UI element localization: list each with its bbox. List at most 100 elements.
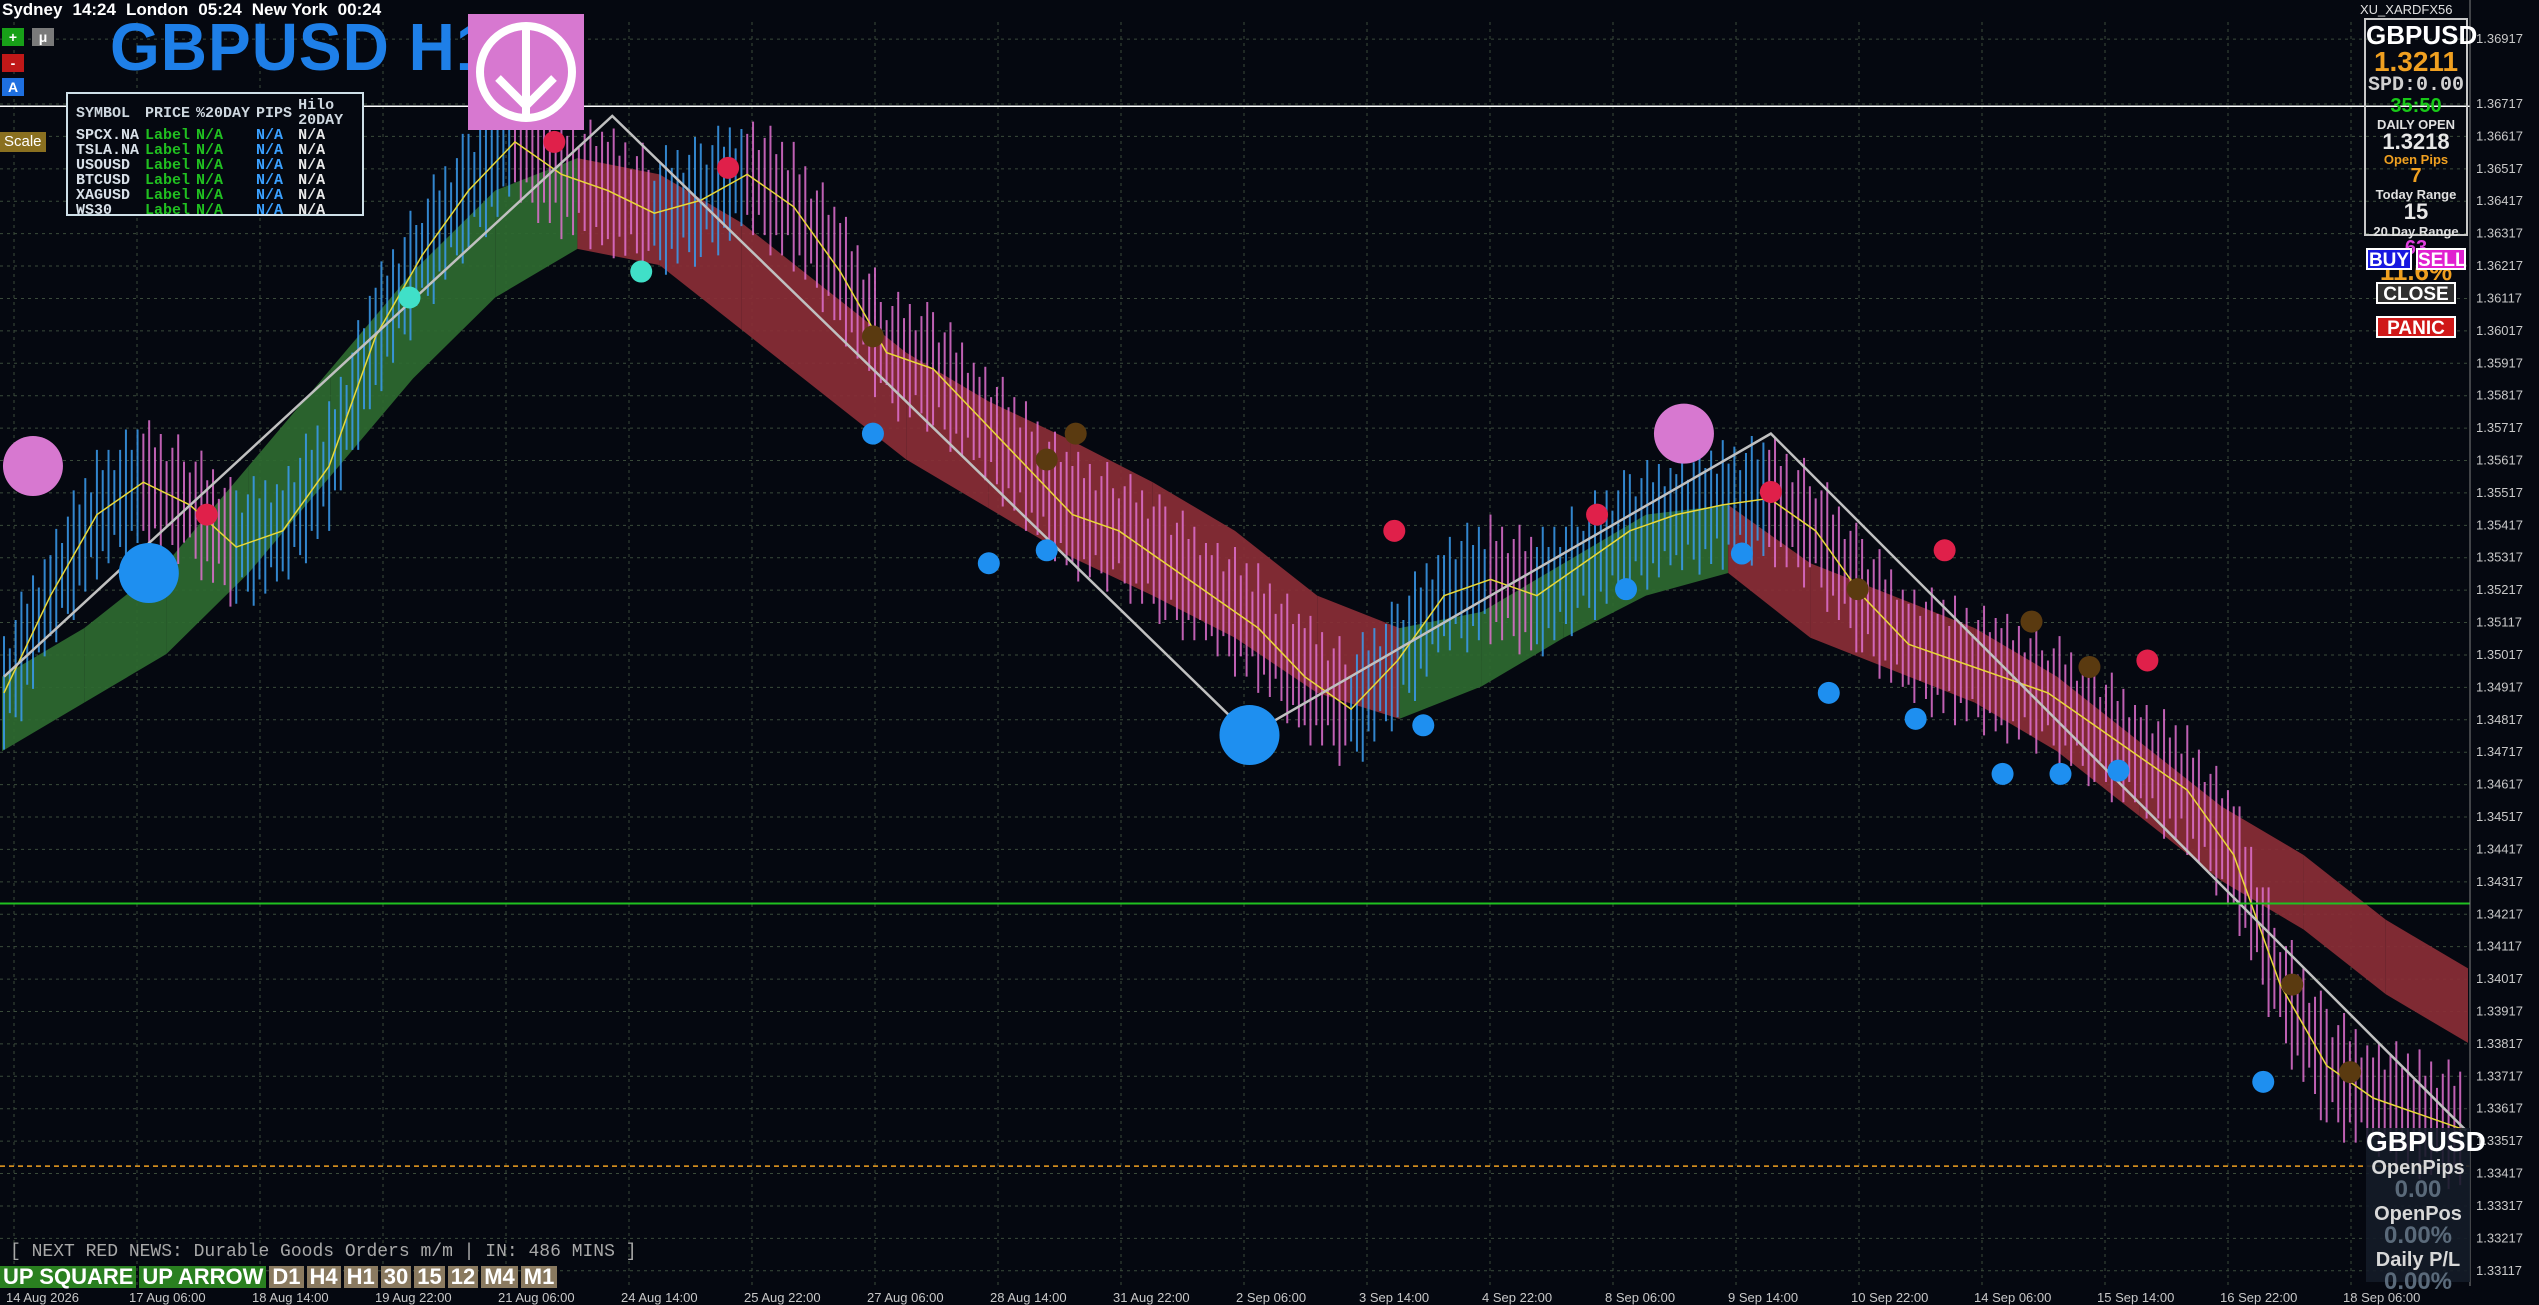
info-price: 1.3211 (2373, 46, 2459, 77)
signal-dot (861, 325, 884, 348)
row-symbol: WS30 (76, 202, 113, 219)
open-pips-label: OpenPips (2371, 1157, 2465, 1179)
signal-dot (1817, 681, 1840, 704)
signal-dot (1991, 762, 2014, 785)
price-tick-label: 1.33617 (2476, 1101, 2523, 1116)
buy-button[interactable]: BUY (2366, 248, 2412, 271)
tf-m1[interactable]: M1 (520, 1266, 558, 1288)
signal-dot (195, 503, 218, 526)
row-pct: N/A (196, 127, 224, 144)
signal-dot (398, 286, 421, 309)
row-hilo: N/A (298, 157, 326, 174)
price-tick-label: 1.36217 (2476, 258, 2523, 273)
table-row[interactable]: USOUSD Label N/A N/A N/A (76, 158, 362, 173)
open-pos-value: 0.00% (2383, 1222, 2453, 1249)
table-row[interactable]: TSLA.NA Label N/A N/A N/A (76, 143, 362, 158)
row-pips: N/A (256, 142, 284, 159)
price-tick-label: 1.35117 (2476, 615, 2522, 630)
row-price: Label (145, 202, 191, 219)
row-pct: N/A (196, 142, 224, 159)
price-tick-label: 1.34917 (2476, 679, 2523, 694)
signal-dot (2281, 973, 2304, 996)
price-tick-label: 1.36517 (2476, 161, 2523, 176)
arrow-button[interactable]: UP ARROW (139, 1266, 267, 1288)
info-spread: SPD:0.00 (2367, 74, 2464, 97)
table-row[interactable]: BTCUSD Label N/A N/A N/A (76, 173, 362, 188)
brand-logo (468, 14, 584, 130)
chart-title: GBPUSD H1 (110, 9, 493, 85)
panic-button[interactable]: PANIC (2376, 316, 2456, 339)
row-price: Label (145, 127, 191, 144)
row-pct: N/A (196, 157, 224, 174)
row-hilo: N/A (298, 127, 326, 144)
price-chart[interactable]: 1.36917 1.36717 1.36617 1.36517 1.36417 1.363… (0, 0, 2539, 1305)
tf-30[interactable]: 30 (380, 1266, 412, 1288)
time-tick-label: 4 Sep 22:00 (1482, 1290, 1552, 1305)
time-tick-label: 8 Sep 06:00 (1605, 1290, 1675, 1305)
mode-button[interactable]: UP SQUARE (0, 1266, 137, 1288)
price-tick-label: 1.34217 (2476, 906, 2523, 921)
row-pips: N/A (256, 202, 284, 219)
price-tick-label: 1.34617 (2476, 777, 2523, 792)
table-row[interactable]: XAGUSD Label N/A N/A N/A (76, 188, 362, 203)
time-tick-label: 9 Sep 14:00 (1728, 1290, 1798, 1305)
tf-12[interactable]: 12 (447, 1266, 479, 1288)
signal-dot (717, 156, 740, 179)
signal-dot (2020, 610, 2043, 633)
price-tick-label: 1.36017 (2476, 323, 2523, 338)
tf-m4[interactable]: M4 (481, 1266, 518, 1288)
price-tick-label: 1.36117 (2476, 290, 2522, 305)
signal-dot (1035, 539, 1058, 562)
price-tick-label: 1.35817 (2476, 388, 2523, 403)
col-symbol: SYMBOL (76, 104, 131, 122)
signal-dot (1412, 714, 1435, 737)
signal-dot (1759, 480, 1782, 503)
col-pips: PIPS (256, 104, 293, 122)
sell-button[interactable]: SELL (2416, 248, 2467, 271)
time-tick-label: 14 Sep 06:00 (1974, 1290, 2051, 1305)
time-tick-label: 2 Sep 06:00 (1236, 1290, 1306, 1305)
tf-15[interactable]: 15 (414, 1266, 445, 1288)
info-symbol: GBPUSD (2366, 20, 2478, 50)
time-tick-label: 28 Aug 14:00 (990, 1290, 1067, 1305)
price-tick-label: 1.34817 (2476, 712, 2523, 727)
signal-dot (543, 130, 566, 153)
price-tick-label: 1.34417 (2476, 841, 2523, 856)
time-tick-label: 19 Aug 22:00 (375, 1290, 452, 1305)
tf-d1[interactable]: D1 (269, 1266, 304, 1288)
scale-button[interactable]: Scale (0, 132, 46, 152)
time-tick-label: 25 Aug 22:00 (744, 1290, 821, 1305)
zoom-in-button[interactable]: + (2, 28, 24, 46)
signal-dot (1219, 705, 1280, 766)
col-hilo: Hilo 20DAY (298, 97, 344, 129)
row-pips: N/A (256, 127, 284, 144)
price-tick-label: 1.35317 (2476, 550, 2523, 565)
price-tick-label: 1.35617 (2476, 453, 2523, 468)
price-tick-label: 1.33117 (2476, 1263, 2522, 1278)
signal-dot (1653, 403, 1714, 464)
time-tick-label: 16 Sep 22:00 (2220, 1290, 2297, 1305)
tf-h4[interactable]: H4 (306, 1266, 341, 1288)
time-tick-label: 14 Aug 2026 (6, 1290, 79, 1305)
daily-pl-label: Daily P/L (2375, 1249, 2461, 1271)
signal-dot (1383, 519, 1406, 542)
signal-dot (2107, 759, 2130, 782)
close-button[interactable]: CLOSE (2376, 282, 2456, 305)
row-price: Label (145, 187, 191, 204)
a-button[interactable]: A (2, 78, 24, 96)
daily-pl-value: 0.00% (2383, 1268, 2453, 1295)
price-tick-label: 1.35717 (2476, 420, 2523, 435)
tf-h1[interactable]: H1 (343, 1266, 378, 1288)
table-row[interactable]: WS30 Label N/A N/A N/A (76, 203, 362, 218)
price-tick-label: 1.34317 (2476, 874, 2523, 889)
table-row[interactable]: SPCX.NA Label N/A N/A N/A (76, 128, 362, 143)
signal-dot (2136, 649, 2159, 672)
price-tick-label: 1.34517 (2476, 809, 2523, 824)
row-price: Label (145, 157, 191, 174)
info-countdown: 35:50 (2390, 95, 2442, 117)
mu-button[interactable]: μ (32, 28, 54, 46)
daily-open-value: 1.3218 (2382, 129, 2450, 154)
row-pct: N/A (196, 187, 224, 204)
zoom-out-button[interactable]: - (2, 54, 24, 72)
col-20day: %20DAY (196, 104, 251, 122)
